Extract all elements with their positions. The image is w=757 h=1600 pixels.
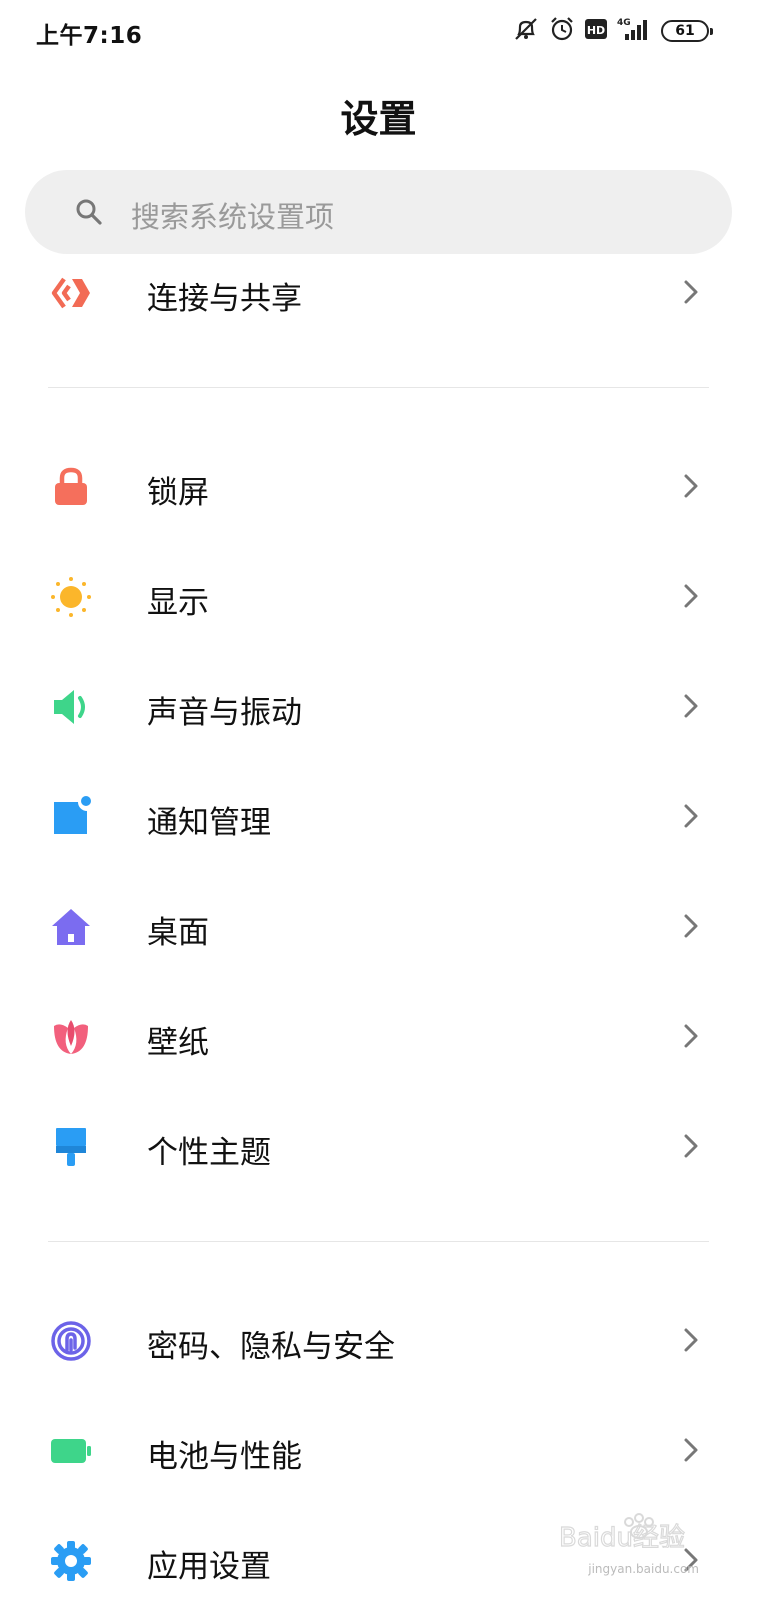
page-title: 设置 [340,97,417,141]
settings-item-label: 个性主题 [147,1135,271,1171]
baidu-paw-logo: Baidu经验 [558,1513,686,1554]
chevron-right-icon [684,1134,698,1158]
status-bar: 上午7:16 HD 4G 61 [0,0,757,64]
search-icon [76,199,102,225]
baidu-watermark: Baidu经验 [558,1508,709,1568]
settings-item-label: 壁纸 [147,1025,209,1061]
chevron-right-icon [684,584,698,608]
settings-item-label: 电池与性能 [147,1439,302,1475]
settings-item-label: 桌面 [147,915,209,951]
settings-item-label: 密码、隐私与安全 [147,1329,395,1365]
chevron-right-icon [684,474,698,498]
settings-item-home-screen[interactable]: 桌面 [0,870,757,982]
lock-icon [55,467,87,505]
battery-icon [51,1439,91,1463]
settings-item-label: 声音与振动 [147,695,302,731]
settings-item-themes[interactable]: 个性主题 [0,1090,757,1202]
svg-text:Baidu经验: Baidu经验 [559,1523,685,1548]
signal-icon: 4G [617,16,651,46]
alarm-icon [549,16,575,46]
settings-item-label: 连接与共享 [147,281,302,317]
chevron-right-icon [684,1328,698,1352]
chevron-right-icon [684,914,698,938]
settings-item-battery-performance[interactable]: 电池与性能 [0,1394,757,1506]
sun-icon [51,577,91,617]
chevron-right-icon [684,694,698,718]
section-divider [48,1241,709,1242]
home-icon [52,909,90,945]
settings-item-password-privacy-security[interactable]: 密码、隐私与安全 [0,1284,757,1396]
battery-indicator: 61 [661,20,713,42]
fingerprint-icon [51,1321,91,1361]
settings-item-label: 应用设置 [147,1549,271,1585]
settings-item-wallpaper[interactable]: 壁纸 [0,980,757,1092]
chevron-right-icon [684,1024,698,1048]
settings-item-label: 显示 [147,585,209,621]
status-icons: HD 4G 61 [513,16,713,46]
search-placeholder: 搜索系统设置项 [131,200,335,234]
settings-item-notifications[interactable]: 通知管理 [0,760,757,872]
hd-icon: HD [585,19,607,43]
section-divider [48,387,709,388]
settings-item-label: 通知管理 [147,805,271,841]
notification-icon [54,796,91,834]
settings-item-sound-vibration[interactable]: 声音与振动 [0,650,757,762]
gear-icon [51,1541,91,1581]
paint-brush-icon [56,1128,86,1166]
speaker-icon [54,690,85,724]
watermark-url: jingyan.baidu.com [588,1562,699,1576]
settings-item-lock-screen[interactable]: 锁屏 [0,430,757,542]
chevron-right-icon [684,804,698,828]
settings-item-label: 锁屏 [147,475,209,511]
svg-text:4G: 4G [617,18,631,28]
svg-text:HD: HD [587,24,605,37]
status-time: 上午7:16 [36,23,143,49]
chevron-right-icon [684,280,698,304]
settings-item-connection-share[interactable]: 连接与共享 [0,236,757,348]
settings-item-display[interactable]: 显示 [0,540,757,652]
mute-bell-icon [513,16,539,46]
chevron-right-icon [684,1438,698,1462]
tulip-icon [54,1020,88,1054]
connection-share-icon [51,277,90,309]
